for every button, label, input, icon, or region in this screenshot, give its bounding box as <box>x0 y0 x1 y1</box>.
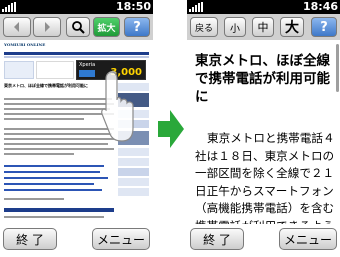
sidebar-block <box>118 148 149 156</box>
sidebar-block <box>118 168 149 176</box>
related-link[interactable] <box>4 165 104 167</box>
site-logo: YOMIURI ONLINE <box>4 42 46 47</box>
text-line <box>4 133 112 135</box>
related-link[interactable] <box>4 183 94 185</box>
text-line <box>4 148 114 150</box>
article-headline[interactable]: 東京メトロ、ほぼ全線で携帯電話が利用可能に <box>4 83 114 89</box>
browser-toolbar: 拡大 ? <box>0 14 153 40</box>
finger-tap-icon <box>101 71 134 142</box>
related-link[interactable] <box>4 177 108 179</box>
text-line <box>4 143 108 145</box>
text-line <box>4 216 104 218</box>
thumbnail-image <box>36 61 74 79</box>
transition-arrow-icon <box>158 110 184 148</box>
help-button[interactable]: ? <box>124 17 150 37</box>
signal-icon <box>189 2 203 12</box>
text-size-medium-button[interactable]: 中 <box>252 17 274 37</box>
related-link[interactable] <box>4 171 100 173</box>
forward-button[interactable] <box>33 17 61 37</box>
zoom-button[interactable]: 拡大 <box>93 17 120 37</box>
article-view[interactable]: 東京メトロ、ほぼ全線で携帯電話が利用可能に 東京メトロと携帯電話４社は１８日、東… <box>187 40 340 224</box>
forward-arrow-icon <box>45 22 50 32</box>
reader-toolbar: 戻る 小 中 大 ? <box>187 14 340 40</box>
text-line <box>4 98 112 100</box>
text-line <box>4 118 84 120</box>
status-bar: 18:46 <box>187 0 340 14</box>
phone-screen-right: 18:46 戻る 小 中 大 ? 東京メトロ、ほぼ全線で携帯電話が利用可能に 東… <box>187 0 340 257</box>
text-line <box>4 108 110 110</box>
text-line <box>4 153 74 155</box>
ad-badge <box>79 70 95 77</box>
site-subnav <box>4 56 149 58</box>
article-title: 東京メトロ、ほぼ全線で携帯電話が利用可能に <box>195 53 330 105</box>
bottom-bar: 終 了 メニュー <box>187 226 340 257</box>
article-body: 東京メトロと携帯電話４社は１８日、東京メトロの一部区間を除く全線で２１日正午から… <box>195 131 335 224</box>
ad-text: Xperia <box>79 62 96 68</box>
menu-button[interactable]: メニュー <box>279 228 337 250</box>
text-line <box>4 198 64 200</box>
sidebar-block <box>118 188 149 196</box>
site-nav <box>4 52 149 55</box>
phone-screen-left: 18:50 拡大 ? YOMIURI ONLINE Xperia 3,000 東… <box>0 0 153 257</box>
search-icon <box>72 21 85 34</box>
menu-button[interactable]: メニュー <box>92 228 150 250</box>
status-time: 18:46 <box>302 0 338 13</box>
thumbnail-image <box>4 61 34 79</box>
text-line <box>4 128 114 130</box>
related-link[interactable] <box>4 189 102 191</box>
back-button[interactable]: 戻る <box>190 17 218 37</box>
back-arrow-icon <box>14 22 19 32</box>
text-line <box>4 103 114 105</box>
back-button[interactable] <box>3 17 31 37</box>
end-button[interactable]: 終 了 <box>3 228 57 250</box>
webpage-view[interactable]: YOMIURI ONLINE Xperia 3,000 東京メトロ、ほぼ全線で携… <box>0 40 153 224</box>
bottom-bar: 終 了 メニュー <box>0 226 153 257</box>
sidebar-block <box>118 158 149 166</box>
status-bar: 18:50 <box>0 0 153 14</box>
text-size-small-button[interactable]: 小 <box>224 17 246 37</box>
signal-icon <box>2 2 16 12</box>
text-size-large-button[interactable]: 大 <box>280 17 304 37</box>
help-button[interactable]: ? <box>311 17 337 37</box>
end-button[interactable]: 終 了 <box>190 228 244 250</box>
site-header: YOMIURI ONLINE <box>4 42 149 51</box>
section-heading <box>4 208 114 212</box>
status-time: 18:50 <box>115 0 151 13</box>
scrollbar[interactable] <box>336 44 339 92</box>
search-button[interactable] <box>66 17 90 37</box>
text-line <box>4 113 114 115</box>
text-line <box>4 138 114 140</box>
sidebar-block <box>118 178 149 186</box>
